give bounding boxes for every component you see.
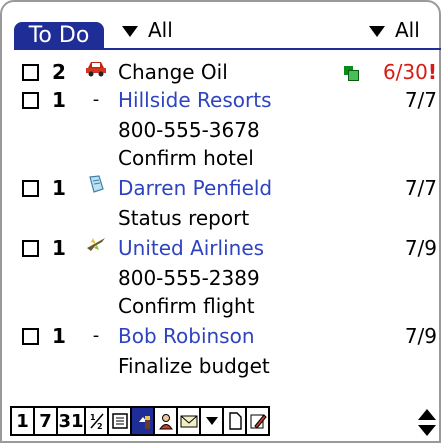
- task-priority[interactable]: 2: [52, 58, 66, 86]
- task-detail: Status report: [118, 206, 250, 230]
- note-icon[interactable]: [344, 66, 359, 81]
- no-category-dash: -: [92, 89, 100, 110]
- document-icon: [80, 174, 112, 202]
- mail-view-icon[interactable]: [176, 406, 201, 436]
- car-icon: [80, 58, 112, 86]
- task-checkbox[interactable]: [22, 240, 39, 257]
- task-detail: Confirm hotel: [118, 146, 254, 170]
- dropdown-arrow-icon: [369, 26, 385, 37]
- task-description-link[interactable]: Hillside Resorts: [118, 86, 272, 114]
- category-filter-label-right: All: [395, 18, 420, 42]
- task-detail: Finalize budget: [118, 354, 270, 378]
- month-view-icon[interactable]: 31: [56, 406, 86, 436]
- svg-text:1: 1: [90, 413, 96, 422]
- task-priority[interactable]: 1: [52, 86, 66, 114]
- task-priority[interactable]: 1: [52, 234, 66, 262]
- airplane-icon: [80, 234, 112, 262]
- contacts-view-icon[interactable]: [153, 406, 178, 436]
- todo-view-icon[interactable]: [130, 406, 155, 436]
- title-bar: To Do All All: [2, 2, 441, 50]
- title-underline: [14, 48, 441, 50]
- task-description-link[interactable]: United Airlines: [118, 234, 264, 262]
- task-due-date[interactable]: 7/7: [405, 86, 437, 114]
- task-detail: 800-555-3678: [118, 118, 260, 142]
- task-description-link[interactable]: Bob Robinson: [118, 322, 255, 350]
- task-checkbox[interactable]: [22, 64, 39, 81]
- no-category-dash: -: [92, 325, 100, 346]
- task-due-date[interactable]: 7/7: [405, 174, 437, 202]
- view-toolbar: 1 7 31 12: [10, 406, 270, 440]
- task-checkbox[interactable]: [22, 92, 39, 109]
- task-priority[interactable]: 1: [52, 322, 66, 350]
- task-description-link[interactable]: Darren Penfield: [118, 174, 272, 202]
- app-title[interactable]: To Do: [14, 22, 104, 50]
- category-filter-dropdown[interactable]: All: [122, 16, 173, 44]
- task-priority[interactable]: 1: [52, 174, 66, 202]
- task-checkbox[interactable]: [22, 328, 39, 345]
- task-detail: 800-555-2389: [118, 266, 260, 290]
- task-description[interactable]: Change Oil: [118, 58, 228, 86]
- task-due-date[interactable]: 7/9: [405, 234, 437, 262]
- overdue-mark: !: [427, 60, 437, 84]
- edit-icon[interactable]: [245, 406, 270, 436]
- svg-text:2: 2: [97, 422, 103, 430]
- task-checkbox[interactable]: [22, 180, 39, 197]
- task-due-date[interactable]: 6/30!: [383, 58, 437, 86]
- task-detail: Confirm flight: [118, 294, 255, 318]
- agenda-view-icon[interactable]: 12: [84, 406, 109, 436]
- new-record-icon[interactable]: [222, 406, 247, 436]
- list-view-icon[interactable]: [107, 406, 132, 436]
- week-view-icon[interactable]: 7: [33, 406, 58, 436]
- dropdown-icon[interactable]: [199, 406, 224, 436]
- task-due-date[interactable]: 7/9: [405, 322, 437, 350]
- category-filter-dropdown-right[interactable]: All: [369, 16, 420, 44]
- dropdown-arrow-icon: [122, 26, 138, 37]
- category-filter-label: All: [148, 18, 173, 42]
- app-window: To Do All All 2 Change Oil 6/30! 1 - Hil…: [0, 0, 441, 443]
- day-view-icon[interactable]: 1: [10, 406, 35, 436]
- scroll-arrows[interactable]: [416, 406, 438, 440]
